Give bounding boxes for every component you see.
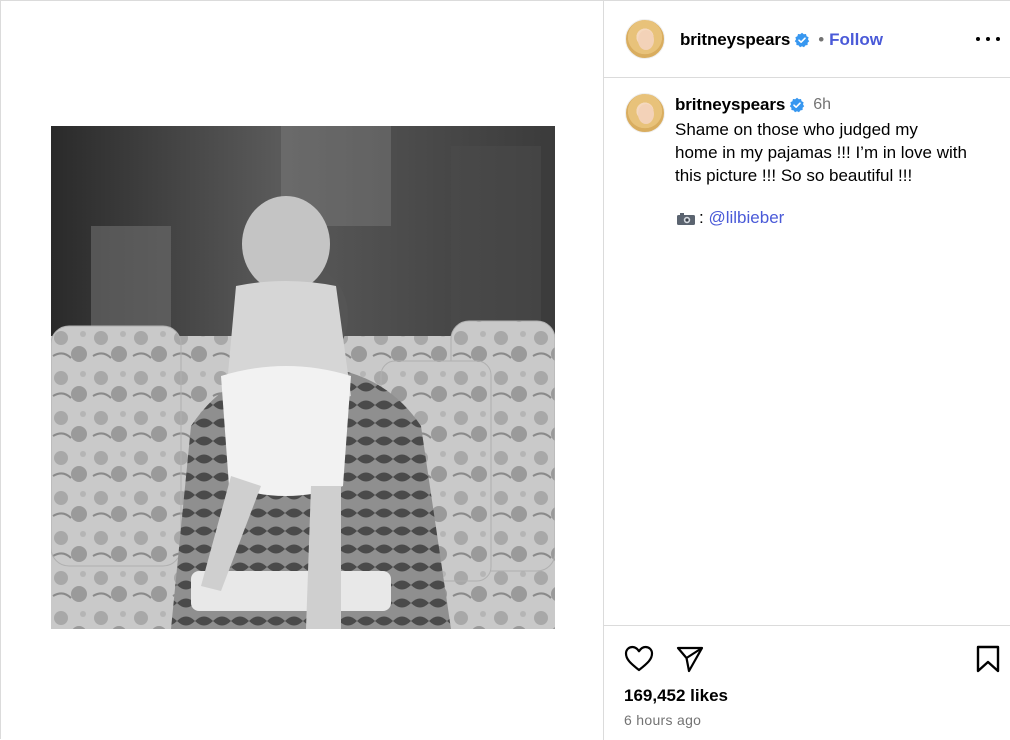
separator-dot: • [818, 30, 825, 49]
caption-line: Shame on those who judged my [675, 120, 918, 139]
post-header: britneyspears • Follow [604, 1, 1010, 78]
caption-author-avatar[interactable] [625, 93, 665, 133]
heart-icon[interactable] [624, 644, 654, 674]
bookmark-icon[interactable] [974, 644, 1002, 674]
camera-icon [677, 213, 695, 225]
follow-button[interactable]: Follow [829, 30, 883, 50]
caption-author-info: britneyspears 6h [675, 95, 831, 115]
media-pane [1, 1, 603, 740]
caption-timestamp[interactable]: 6h [813, 96, 831, 114]
author-info: britneyspears • Follow [680, 30, 883, 50]
credit-mention-link[interactable]: @lilbieber [708, 208, 784, 228]
caption-line: home in my pajamas !!! I’m in love with [675, 143, 967, 162]
faded-overlay-text [101, 47, 105, 63]
credit-separator: : [699, 208, 704, 227]
more-options-icon[interactable] [976, 27, 1000, 51]
author-avatar[interactable] [625, 19, 665, 59]
photo-credit: : @lilbieber [675, 208, 784, 228]
post-dialog: britneyspears • Follow britneyspears 6h … [0, 0, 1010, 740]
likes-count[interactable]: 169,452 likes [624, 686, 728, 706]
send-icon[interactable] [675, 644, 705, 674]
verified-badge-icon [790, 97, 805, 113]
caption-line: this picture !!! So so beautiful !!! [675, 166, 913, 185]
post-timestamp[interactable]: 6 hours ago [624, 712, 701, 728]
post-image[interactable] [51, 126, 555, 629]
verified-badge-icon [795, 32, 810, 48]
author-username[interactable]: britneyspears [680, 30, 790, 50]
post-sidebar: britneyspears • Follow britneyspears 6h … [603, 1, 1010, 740]
post-actions: 169,452 likes 6 hours ago [604, 625, 1010, 740]
caption-author-username[interactable]: britneyspears [675, 95, 785, 115]
caption-area: britneyspears 6h Shame on those who judg… [604, 79, 1010, 625]
caption-text: Shame on those who judged my home in my … [675, 118, 995, 187]
